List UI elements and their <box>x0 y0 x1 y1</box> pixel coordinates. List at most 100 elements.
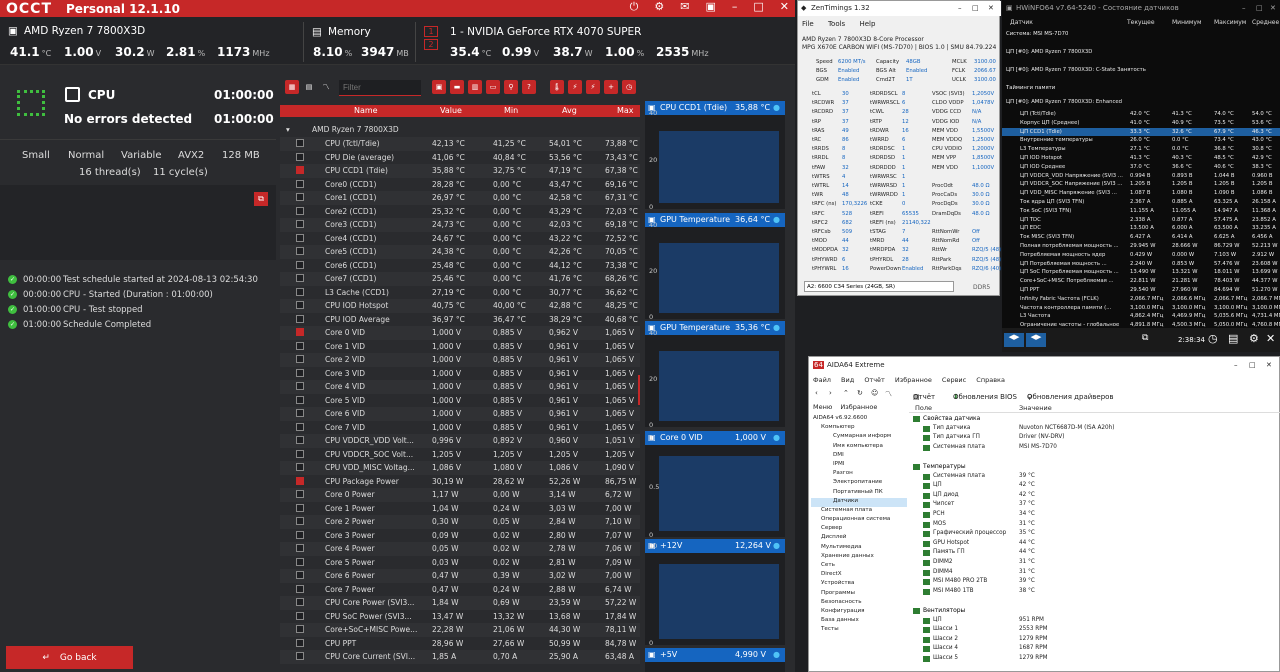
sensor-row[interactable]: ЦП VDD_MISC Напряжение (SVI3 ... 1.087 В 1… <box>1002 189 1280 198</box>
graph-checkbox[interactable] <box>296 274 304 282</box>
close-icon[interactable]: ✕ <box>780 0 789 14</box>
tree-item[interactable]: Компьютер <box>811 424 907 433</box>
list-item[interactable]: ЦП 42 °C <box>909 482 1279 492</box>
sensor-row[interactable]: ЦП IOD Hotspot 41.3 °C 40.3 °C 48.5 °C 42.9 … <box>1002 154 1280 163</box>
table-row[interactable]: Core 2 VID 1,000 V 0,885 V 0,961 V 1,065 V <box>280 353 640 367</box>
table-view-icon[interactable]: ▤ <box>302 80 316 94</box>
table-row[interactable]: Core 0 Power 1,17 W 0,00 W 3,14 W 6,72 W <box>280 488 640 502</box>
menu-file[interactable]: Файл <box>813 376 831 384</box>
sensor-row[interactable]: Частота контроллера памяти (... 3,100.0 М… <box>1002 304 1280 313</box>
col-field[interactable]: Поле <box>915 404 932 412</box>
minimize-icon[interactable]: – <box>1234 361 1238 369</box>
sensor-filter-icon[interactable]: ⚲ <box>504 80 518 94</box>
list-item[interactable]: Шасси 4 1687 RPM <box>909 645 1279 655</box>
filter-input[interactable] <box>339 80 421 96</box>
tree-item[interactable]: Имя компьютера <box>811 443 907 452</box>
list-item[interactable]: Тип датчика Nuvoton NCT6687D-M (ISA A20h) <box>909 425 1279 435</box>
memory-filter-icon[interactable]: ▥ <box>468 80 482 94</box>
table-row[interactable]: Core 2 Power 0,30 W 0,05 W 2,84 W 7,10 W <box>280 515 640 529</box>
camera-icon[interactable]: ▣ <box>705 0 715 14</box>
table-row[interactable]: L3 Cache (CCD1) 27,19 °C 0,00 °C 30,77 °C 36… <box>280 286 640 300</box>
nav-forward-icon[interactable]: › <box>829 389 832 397</box>
sensor-row[interactable]: ЦП VDDCR_VDD Напряжение (SVI3 ... 0.994 В… <box>1002 172 1280 181</box>
tree-item[interactable]: IPMI <box>811 461 907 470</box>
table-row[interactable]: Core 7 VID 1,000 V 0,885 V 0,961 V 1,065 V <box>280 421 640 435</box>
graph-checkbox[interactable] <box>296 152 304 161</box>
tree-item[interactable]: Конфигурация <box>811 608 907 617</box>
sensor-row[interactable]: Внутренние температуры 26.0 °C 0.0 °C 73.4 … <box>1002 136 1280 145</box>
col-current[interactable]: Текущее <box>1127 19 1155 26</box>
col-min[interactable]: Min <box>504 106 518 115</box>
user-icon[interactable]: ☺ <box>871 389 878 397</box>
graph-checkbox[interactable] <box>296 247 304 255</box>
grid-view-icon[interactable]: ▦ <box>285 80 299 94</box>
col-name[interactable]: Name <box>354 106 378 115</box>
maximize-icon[interactable]: □ <box>1256 4 1263 12</box>
graph-checkbox[interactable] <box>296 449 304 458</box>
list-item[interactable]: PCH 34 °C <box>909 511 1279 521</box>
tree-item[interactable]: Операционная система <box>811 516 907 525</box>
graph-checkbox[interactable] <box>296 530 304 539</box>
sensor-row[interactable]: Ток ядра ЦП (SVI3 TFN) 2.367 A 0.885 A 63.3… <box>1002 198 1280 207</box>
table-row[interactable]: Core0 (CCD1) 28,28 °C 0,00 °C 43,47 °C 69,16… <box>280 178 640 192</box>
close-graph-icon[interactable]: ● <box>773 541 780 550</box>
graph-checkbox[interactable] <box>296 341 304 350</box>
menu-view[interactable]: Вид <box>841 376 854 384</box>
sensor-row[interactable]: Ток SoC (SVI3 TFN) 11.155 A 11.055 A 14.947… <box>1002 207 1280 216</box>
menu-file[interactable]: File <box>802 20 814 28</box>
go-back-button[interactable]: ↵ Go back <box>6 646 133 669</box>
clock-icon[interactable]: ◷ <box>1208 332 1218 345</box>
graph-checkbox[interactable] <box>296 368 304 377</box>
graph-checkbox[interactable] <box>296 598 304 606</box>
list-item[interactable] <box>909 453 1279 463</box>
table-row[interactable]: CPU CCD1 (Tdie) 35,88 °C 32,75 °C 47,19 °C 6… <box>280 164 640 178</box>
sensor-row[interactable]: L3 Частота 4,862.4 МГц 4,469.9 МГц 5,035.6 … <box>1002 312 1280 321</box>
graph-checkbox[interactable] <box>296 476 304 485</box>
group-row[interactable]: ▾ AMD Ryzen 7 7800X3D <box>280 123 640 137</box>
sensor-group[interactable]: Тайминги памяти <box>1002 82 1280 94</box>
tree-item[interactable]: Хранение данных <box>811 553 907 562</box>
table-row[interactable]: CPU Package Power 30,19 W 28,62 W 52,26 W 86… <box>280 475 640 489</box>
graph-checkbox[interactable] <box>296 382 304 390</box>
graph-checkbox[interactable] <box>296 220 304 228</box>
power-filter-icon[interactable]: ⚡ <box>586 80 600 94</box>
list-item[interactable]: Чипсет 37 °C <box>909 501 1279 511</box>
table-row[interactable]: Core+SoC+MISC Powe... 22,28 W 21,06 W 44,30… <box>280 623 640 637</box>
tab-favorites[interactable]: Избранное <box>840 403 877 411</box>
list-item[interactable]: DIMM4 31 °C <box>909 569 1279 579</box>
sensor-group[interactable]: ЦП [#0]: AMD Ryzen 7 7800X3D: C-State За… <box>1002 64 1280 76</box>
table-row[interactable]: Core6 (CCD1) 25,48 °C 0,00 °C 44,12 °C 73,38… <box>280 259 640 273</box>
list-item[interactable]: ЦП 951 RPM <box>909 617 1279 627</box>
table-row[interactable]: Core 4 Power 0,05 W 0,02 W 2,78 W 7,06 W <box>280 542 640 556</box>
gpu-filter-icon[interactable]: ▬ <box>450 80 464 94</box>
graph-checkbox[interactable] <box>296 287 304 296</box>
col-max[interactable]: Max <box>617 106 634 115</box>
graph-checkbox[interactable] <box>296 611 304 620</box>
list-item[interactable]: Системная плата MSI MS-7D70 <box>909 444 1279 454</box>
tree-item[interactable]: Мультимедиа <box>811 544 907 553</box>
table-row[interactable]: CPU IOD Hotspot 40,75 °C 40,00 °C 42,88 °C 4… <box>280 299 640 313</box>
table-row[interactable]: Core2 (CCD1) 25,32 °C 0,00 °C 43,29 °C 72,03… <box>280 205 640 219</box>
tree-item[interactable]: DMI <box>811 452 907 461</box>
graph-checkbox[interactable] <box>296 625 304 633</box>
table-row[interactable]: CPU Core Power (SVI3... 1,84 W 0,69 W 23,59… <box>280 596 640 610</box>
table-row[interactable]: Core7 (CCD1) 25,46 °C 0,00 °C 41,76 °C 68,26… <box>280 272 640 286</box>
refresh-icon[interactable]: ↻ <box>857 389 863 397</box>
table-row[interactable]: Core 6 Power 0,47 W 0,39 W 3,02 W 7,00 W <box>280 569 640 583</box>
current-filter-icon[interactable]: + <box>604 80 618 94</box>
col-value[interactable]: Значение <box>1019 404 1052 412</box>
menu-tools[interactable]: Tools <box>828 20 845 28</box>
help-filter-icon[interactable]: ? <box>522 80 536 94</box>
table-row[interactable]: Core 3 VID 1,000 V 0,885 V 0,961 V 1,065 V <box>280 367 640 381</box>
tree-item[interactable]: Устройства <box>811 580 907 589</box>
list-item[interactable]: MSI M480 PRO 2TB 39 °C <box>909 578 1279 588</box>
memory-module-select[interactable]: A2: 6600 C34 Series (24GB, SR) <box>804 281 954 292</box>
table-row[interactable]: Core 7 Power 0,47 W 0,24 W 2,88 W 6,74 W <box>280 583 640 597</box>
table-row[interactable]: Core 1 VID 1,000 V 0,885 V 0,961 V 1,065 V <box>280 340 640 354</box>
graph-checkbox[interactable] <box>296 652 304 660</box>
list-item[interactable] <box>909 597 1279 607</box>
chart-icon[interactable]: 〽 <box>885 389 892 399</box>
list-item[interactable]: GPU Hotspot 44 °C <box>909 540 1279 550</box>
close-icon[interactable]: ✕ <box>988 4 994 12</box>
nav-up-icon[interactable]: ⌃ <box>843 389 849 397</box>
